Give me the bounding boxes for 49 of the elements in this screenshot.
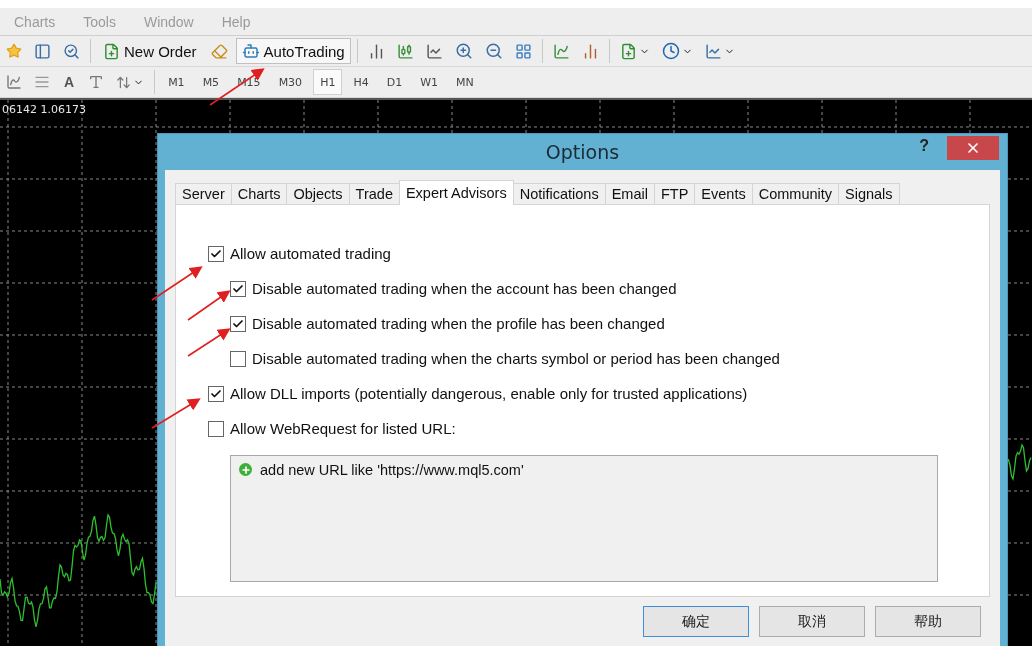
timeframe-button[interactable]: H4 (346, 69, 376, 95)
text-tool[interactable]: A (58, 69, 81, 95)
checkbox[interactable] (208, 421, 224, 437)
file-plus-icon (103, 42, 120, 60)
new-order-button[interactable]: New Order (97, 38, 203, 64)
checkbox[interactable] (208, 386, 224, 402)
option-label: Allow DLL imports (potentially dangerous, enable only for trusted applications) (230, 385, 748, 402)
timeframe-button[interactable]: M1 (161, 69, 192, 95)
timeframe-button[interactable]: MN (449, 69, 481, 95)
option-label: Disable automated trading when the charts symbol or period has been changed (252, 350, 780, 367)
tab[interactable]: Signals (838, 183, 900, 205)
tab[interactable]: Expert Advisors (398, 180, 514, 205)
timeframe-button[interactable]: D1 (379, 69, 410, 95)
timeframe-button[interactable]: W1 (413, 69, 446, 95)
timeframe-button[interactable]: H1 (313, 69, 343, 95)
tab[interactable]: Server (175, 183, 232, 205)
checkbox[interactable] (230, 281, 246, 297)
dialog-button[interactable]: 帮助 (875, 606, 981, 637)
dialog-button[interactable]: 取消 (759, 606, 865, 637)
option-label: Allow automated trading (230, 245, 391, 262)
robot-icon (241, 42, 260, 60)
check-icon (210, 248, 222, 260)
autotrading-button[interactable]: AutoTrading (235, 38, 351, 64)
check-icon (232, 318, 244, 330)
checkbox[interactable] (208, 246, 224, 262)
option-label: Allow WebRequest for listed URL: (230, 420, 456, 437)
annotation-arrow (151, 266, 203, 301)
tab[interactable]: Objects (286, 183, 350, 205)
option-label: Disable automated trading when the profile has been changed (252, 315, 665, 332)
dialog-button[interactable]: 确定 (643, 606, 749, 637)
check-icon (232, 283, 244, 295)
add-url-item[interactable]: add new URL like 'https://www.mql5.com' (260, 462, 524, 478)
help-button[interactable]: ? (913, 136, 935, 156)
tab[interactable]: Community (751, 183, 839, 205)
checkbox[interactable] (230, 351, 246, 367)
option-label: Disable automated trading when the account has been changed (252, 280, 677, 297)
url-list[interactable]: add new URL like 'https://www.mql5.com' (230, 455, 938, 582)
annotation-arrow (187, 328, 231, 357)
checkbox[interactable] (230, 316, 246, 332)
close-icon (965, 140, 981, 156)
check-icon (210, 388, 222, 400)
timeframe-button[interactable]: M5 (195, 69, 227, 95)
price-label: 06142 1.06173 (2, 103, 86, 116)
annotation-arrow (187, 290, 231, 321)
close-button[interactable] (947, 136, 999, 160)
dialog-title: Options (545, 141, 620, 163)
annotation-arrow (151, 398, 201, 429)
timeframe-button[interactable]: M30 (271, 69, 310, 95)
add-icon (239, 463, 252, 476)
